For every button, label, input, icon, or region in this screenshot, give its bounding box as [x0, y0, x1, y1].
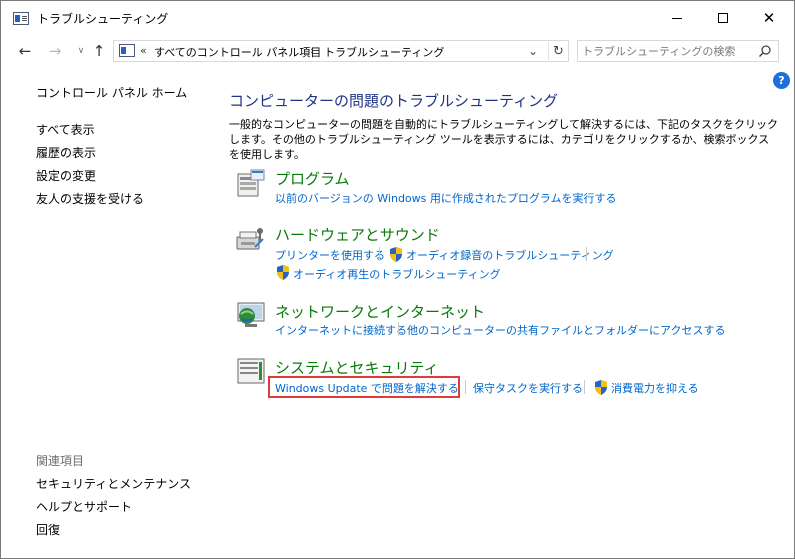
related-help-support[interactable]: ヘルプとサポート — [36, 498, 132, 515]
link-separator — [584, 380, 585, 394]
breadcrumb-separator[interactable]: › — [439, 44, 443, 57]
uac-shield-icon — [390, 247, 402, 262]
link-run-maintenance[interactable]: 保守タスクを実行する — [473, 380, 583, 396]
sidebar-control-panel-home[interactable]: コントロール パネル ホーム — [36, 84, 187, 101]
control-panel-icon — [13, 12, 29, 25]
link-use-printer[interactable]: プリンターを使用する — [275, 247, 385, 263]
maximize-button[interactable] — [700, 1, 746, 35]
uac-shield-icon — [277, 265, 289, 280]
back-button[interactable]: ← — [15, 41, 35, 61]
page-title: コンピューターの問題のトラブルシューティング — [229, 92, 559, 110]
sidebar-item-view-history[interactable]: 履歴の表示 — [36, 144, 96, 161]
link-connect-internet[interactable]: インターネットに接続する — [275, 322, 407, 338]
minimize-button[interactable] — [654, 1, 700, 35]
chevron-down-icon: ∨ — [77, 46, 85, 56]
link-audio-recording-troubleshoot[interactable]: オーディオ録音のトラブルシューティング — [406, 247, 614, 263]
navigation-bar: ← → ∨ ↑ « すべてのコントロール パネル項目 › トラブルシューティング… — [1, 35, 794, 67]
link-run-old-programs[interactable]: 以前のバージョンの Windows 用に作成されたプログラムを実行する — [275, 190, 617, 206]
related-security-maintenance[interactable]: セキュリティとメンテナンス — [36, 475, 191, 492]
highlight-box — [268, 376, 460, 398]
category-hardware-sound[interactable]: ハードウェアとサウンド — [275, 224, 440, 245]
link-access-shared-files[interactable]: 他のコンピューターの共有ファイルとフォルダーにアクセスする — [407, 322, 725, 338]
link-separator — [586, 247, 587, 261]
forward-button[interactable]: → — [45, 41, 65, 61]
uac-shield-icon — [595, 380, 607, 395]
breadcrumb-troubleshooting[interactable]: トラブルシューティング — [324, 44, 444, 60]
breadcrumb-all-items[interactable]: すべてのコントロール パネル項目 — [154, 44, 321, 60]
link-audio-playback-troubleshoot[interactable]: オーディオ再生のトラブルシューティング — [293, 266, 501, 282]
related-recovery[interactable]: 回復 — [36, 521, 60, 538]
link-separator — [398, 322, 399, 336]
title-bar: トラブルシューティング ✕ — [1, 1, 794, 35]
hardware-sound-icon[interactable] — [235, 223, 267, 255]
recent-locations-button[interactable]: ∨ — [71, 41, 91, 61]
search-input[interactable] — [582, 43, 752, 59]
maximize-icon — [718, 13, 728, 23]
address-dropdown-button[interactable]: ⌄ — [528, 44, 538, 58]
sidebar-item-change-settings[interactable]: 設定の変更 — [36, 167, 96, 184]
search-box[interactable] — [577, 40, 779, 62]
breadcrumb-overflow[interactable]: « — [140, 44, 147, 57]
control-panel-icon — [119, 44, 135, 57]
arrow-up-icon: ↑ — [92, 42, 106, 60]
system-security-icon[interactable] — [235, 356, 267, 388]
close-button[interactable]: ✕ — [746, 1, 792, 35]
category-network-internet[interactable]: ネットワークとインターネット — [275, 301, 485, 322]
link-reduce-power[interactable]: 消費電力を抑える — [611, 380, 699, 396]
sidebar-item-get-help-from-friend[interactable]: 友人の支援を受ける — [36, 190, 144, 207]
arrow-right-icon: → — [48, 42, 62, 60]
refresh-button[interactable]: ↻ — [548, 42, 568, 60]
category-programs[interactable]: プログラム — [275, 168, 350, 189]
close-icon: ✕ — [762, 9, 776, 27]
sidebar-item-show-all[interactable]: すべて表示 — [36, 121, 95, 138]
troubleshooting-window: トラブルシューティング ✕ ← → ∨ ↑ « すべてのコントロール パネル項目… — [0, 0, 795, 559]
programs-icon[interactable] — [235, 167, 267, 199]
search-icon[interactable] — [758, 44, 772, 58]
category-system-security[interactable]: システムとセキュリティ — [275, 357, 439, 378]
related-header: 関連項目 — [36, 454, 85, 468]
breadcrumb-separator[interactable]: › — [310, 44, 314, 57]
network-icon[interactable] — [235, 300, 267, 332]
link-separator — [465, 380, 466, 394]
link-separator — [379, 247, 380, 261]
minimize-icon — [672, 17, 682, 19]
arrow-left-icon: ← — [18, 42, 32, 60]
up-button[interactable]: ↑ — [89, 41, 109, 61]
refresh-icon: ↻ — [553, 43, 564, 59]
help-icon[interactable]: ? — [773, 72, 790, 89]
window-title: トラブルシューティング — [37, 12, 169, 26]
page-description: 一般的なコンピューターの問題を自動的にトラブルシューティングして解決するには、下… — [229, 118, 779, 161]
address-bar[interactable]: « すべてのコントロール パネル項目 › トラブルシューティング › ⌄ ↻ — [113, 40, 569, 62]
